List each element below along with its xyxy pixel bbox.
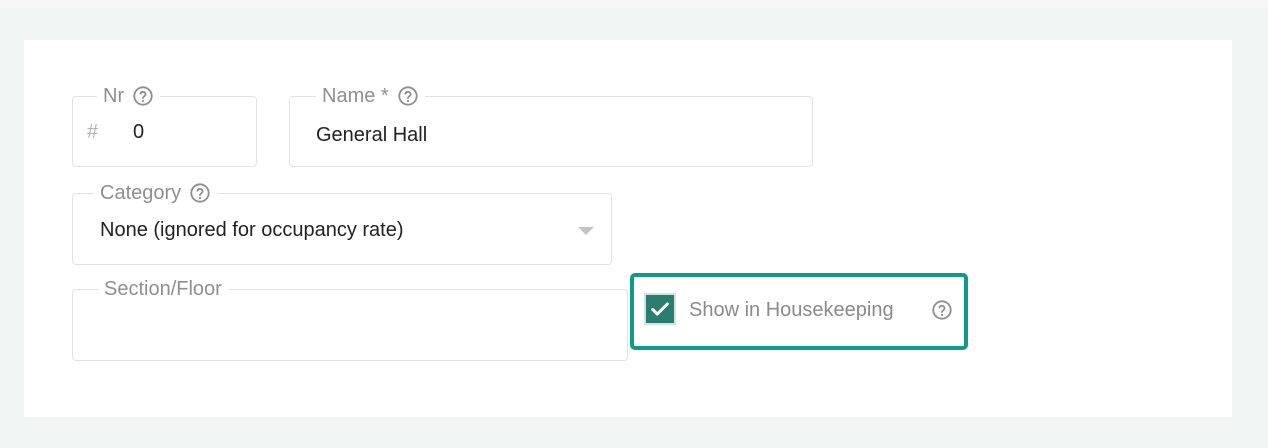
help-circle-icon[interactable] (931, 299, 953, 321)
name-value: General Hall (316, 124, 428, 146)
category-selected-value: None (ignored for occupancy rate) (100, 219, 404, 241)
section-label: Section/Floor (104, 278, 222, 300)
name-label: Name * (322, 85, 389, 107)
housekeeping-checkbox[interactable] (644, 293, 676, 325)
nr-field[interactable]: Nr # 0 (72, 85, 257, 167)
category-select[interactable]: Category None (ignored for occupancy rat… (72, 182, 612, 265)
nr-label: Nr (103, 85, 125, 107)
housekeeping-option: Show in Housekeeping (630, 273, 968, 350)
section-floor-field[interactable]: Section/Floor (72, 278, 628, 361)
category-label: Category (100, 182, 182, 204)
help-circle-icon[interactable] (397, 85, 419, 107)
nr-legend: Nr (97, 85, 161, 107)
hash-prefix: # (87, 121, 99, 143)
section-legend: Section/Floor (98, 278, 228, 300)
top-bar (0, 0, 1268, 8)
check-icon (651, 302, 669, 316)
name-field[interactable]: Name * General Hall (289, 85, 813, 167)
help-circle-icon[interactable] (189, 182, 211, 204)
caret-down-icon[interactable] (578, 227, 594, 235)
nr-value: 0 (133, 121, 145, 143)
name-legend: Name * (316, 85, 425, 107)
housekeeping-label[interactable]: Show in Housekeeping (689, 298, 894, 322)
form-card: Nr # 0 Name * General Hall Category None… (24, 40, 1232, 417)
help-circle-icon[interactable] (132, 85, 154, 107)
category-legend: Category (94, 182, 218, 204)
